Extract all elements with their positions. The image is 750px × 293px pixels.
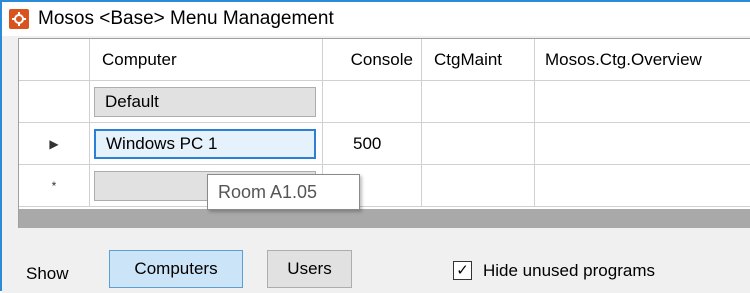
- row-header[interactable]: ▶: [19, 123, 90, 164]
- ctgmaint-cell[interactable]: [422, 165, 535, 206]
- current-row-arrow-icon: ▶: [49, 136, 59, 151]
- ctgmaint-cell[interactable]: [422, 123, 535, 164]
- console-cell[interactable]: [323, 81, 422, 122]
- hide-unused-label[interactable]: Hide unused programs: [483, 261, 655, 281]
- console-value: 500: [353, 133, 382, 153]
- computer-cell[interactable]: Default: [90, 81, 323, 122]
- menu-management-window: Mosos <Base> Menu Management Computer Co…: [0, 0, 750, 293]
- tooltip: Room A1.05: [207, 174, 360, 210]
- column-header-computer[interactable]: Computer: [90, 39, 323, 80]
- show-label: Show: [26, 264, 69, 283]
- computer-cell[interactable]: Windows PC 1: [90, 123, 323, 164]
- hide-unused-checkbox[interactable]: ✓: [453, 261, 472, 280]
- mosos-ctg-overview-cell[interactable]: [535, 81, 750, 122]
- ctgmaint-cell[interactable]: [422, 81, 535, 122]
- console-cell[interactable]: 500: [323, 123, 422, 164]
- column-header-mosos-ctg-overview[interactable]: Mosos.Ctg.Overview: [535, 39, 750, 80]
- computer-name-button[interactable]: Windows PC 1: [94, 129, 316, 159]
- column-header-console[interactable]: Console: [323, 39, 422, 80]
- computer-grid[interactable]: Computer Console CtgMaint Mosos.Ctg.Over…: [18, 38, 750, 228]
- checkmark-icon: ✓: [456, 262, 469, 279]
- row-header[interactable]: *: [19, 165, 90, 206]
- column-header-ctgmaint[interactable]: CtgMaint: [422, 39, 535, 80]
- grid-header-row: Computer Console CtgMaint Mosos.Ctg.Over…: [19, 39, 750, 81]
- row-header[interactable]: [19, 81, 90, 122]
- grid-empty-area: [19, 209, 750, 228]
- users-button[interactable]: Users: [267, 250, 352, 288]
- window-title: Mosos <Base> Menu Management: [38, 8, 334, 29]
- title-bar: Mosos <Base> Menu Management: [2, 2, 750, 36]
- table-row[interactable]: ▶ Windows PC 1 500: [19, 123, 750, 165]
- new-row-asterisk-icon: *: [51, 178, 57, 193]
- computer-name-button[interactable]: Default: [94, 87, 316, 117]
- table-row[interactable]: Default: [19, 81, 750, 123]
- gear-icon: [9, 9, 29, 29]
- mosos-ctg-overview-cell[interactable]: [535, 123, 750, 164]
- bottom-toolbar: Show Computers Users ✓ Hide unused progr…: [2, 228, 750, 293]
- table-row-new[interactable]: *: [19, 165, 750, 207]
- mosos-ctg-overview-cell[interactable]: [535, 165, 750, 206]
- row-header-corner: [19, 39, 90, 80]
- computers-button[interactable]: Computers: [109, 250, 243, 288]
